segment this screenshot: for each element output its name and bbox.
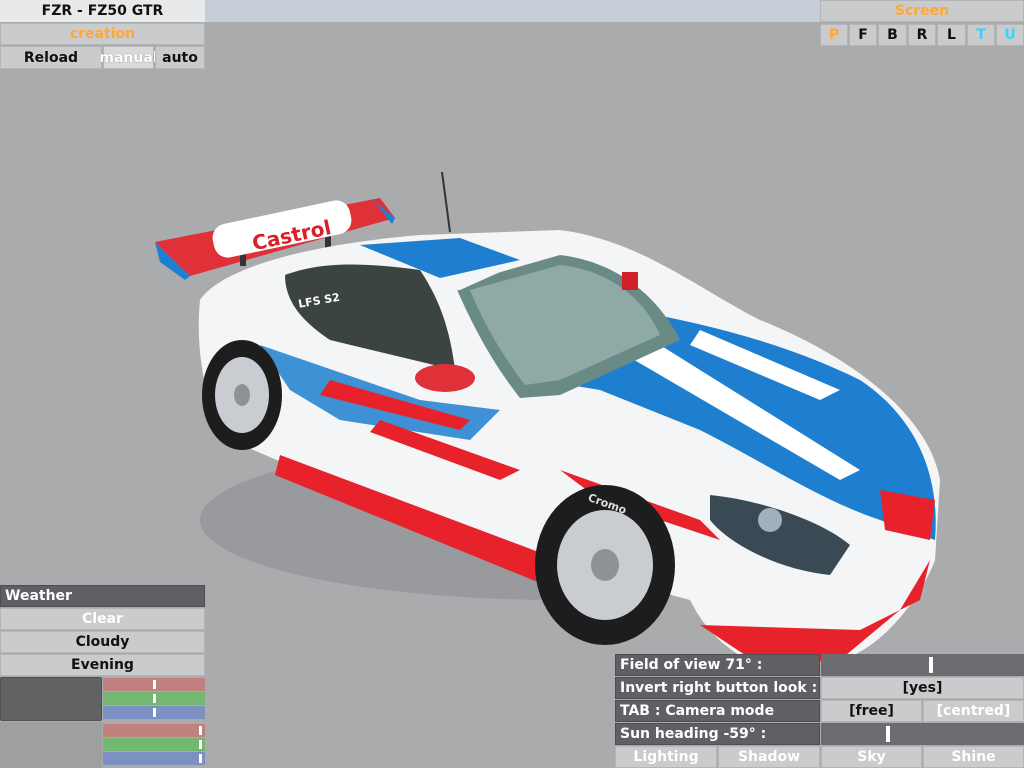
screen-tab-t[interactable]: T — [967, 24, 995, 46]
fov-label: Field of view 71° : — [615, 654, 820, 676]
weather-cloudy-button[interactable]: Cloudy — [0, 631, 205, 653]
antenna — [441, 171, 451, 233]
shine-tab[interactable]: Shine — [923, 746, 1024, 768]
camera-free-button[interactable]: [free] — [821, 700, 922, 722]
colour-slider-green-2[interactable] — [103, 738, 205, 751]
colour-slider-red-2[interactable] — [103, 724, 205, 737]
colour-slider-green-1[interactable] — [103, 692, 205, 705]
shadow-tab[interactable]: Shadow — [718, 746, 820, 768]
slider-knob[interactable] — [199, 740, 202, 749]
colour-slider-blue-2[interactable] — [103, 752, 205, 765]
sun-heading-knob[interactable] — [886, 726, 890, 742]
manual-button[interactable]: manual — [99, 46, 158, 69]
screen-tab-p[interactable]: P — [820, 24, 848, 46]
invert-toggle[interactable]: [yes] — [821, 677, 1024, 699]
fov-slider-knob[interactable] — [929, 657, 933, 673]
slider-knob[interactable] — [153, 680, 156, 689]
screen-tab-r[interactable]: R — [908, 24, 936, 46]
screen-tab-b[interactable]: B — [878, 24, 907, 46]
rear-wheel — [202, 340, 282, 450]
reload-button[interactable]: Reload — [0, 46, 102, 69]
mode-label: creation — [0, 23, 205, 45]
slider-knob[interactable] — [153, 708, 156, 717]
car-title: FZR - FZ50 GTR — [0, 0, 205, 22]
sky-tab[interactable]: Sky — [821, 746, 922, 768]
fov-slider[interactable] — [821, 654, 1024, 676]
sun-heading-label: Sun heading -59° : — [615, 723, 820, 745]
colour-slider-blue-1[interactable] — [103, 706, 205, 719]
weather-evening-button[interactable]: Evening — [0, 654, 205, 676]
screen-title: Screen — [820, 0, 1024, 22]
colour-slider-red-1[interactable] — [103, 678, 205, 691]
lighting-tab[interactable]: Lighting — [615, 746, 717, 768]
camera-centred-button[interactable]: [centred] — [923, 700, 1024, 722]
weather-title: Weather — [0, 585, 205, 607]
slider-knob[interactable] — [153, 694, 156, 703]
colour-preview — [0, 677, 102, 721]
screen-tab-l[interactable]: L — [937, 24, 966, 46]
weather-clear-button[interactable]: Clear — [0, 608, 205, 630]
screen-tab-f[interactable]: F — [849, 24, 877, 46]
screen-tab-u[interactable]: U — [996, 24, 1024, 46]
title-bar-top — [205, 0, 820, 22]
front-wheel: Cromo — [535, 485, 675, 645]
invert-label: Invert right button look : — [615, 677, 820, 699]
sun-heading-slider[interactable] — [821, 723, 1024, 745]
slider-knob[interactable] — [199, 754, 202, 763]
camera-mode-label: TAB : Camera mode — [615, 700, 820, 722]
slider-knob[interactable] — [199, 726, 202, 735]
auto-button[interactable]: auto — [155, 46, 205, 69]
ambient-preview — [0, 722, 102, 768]
